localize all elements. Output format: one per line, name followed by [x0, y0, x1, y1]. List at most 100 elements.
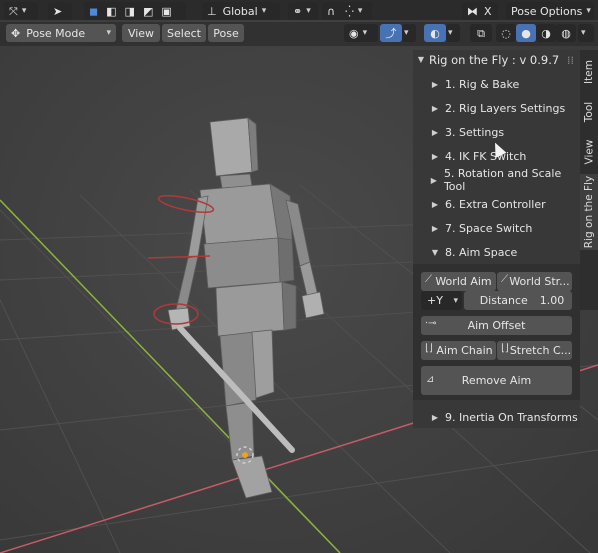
menu-select[interactable]: Select	[162, 24, 206, 42]
chevron-down-icon: ▾	[586, 6, 591, 16]
menu-view[interactable]: View	[122, 24, 160, 42]
cursor-icon: ➤	[53, 4, 63, 18]
selection-mode-set[interactable]: ◼ ◧ ◨ ◩ ▣	[84, 2, 186, 20]
aim-offset-label: Aim Offset	[467, 319, 526, 332]
visibility-dropdown[interactable]: ◉ ▾	[344, 24, 378, 42]
shading-solid[interactable]: ●	[516, 24, 536, 42]
section-label: 6. Extra Controller	[445, 197, 546, 211]
section-rotation-scale[interactable]: ▶ 5. Rotation and Scale Tool	[413, 167, 580, 193]
solid-sphere-icon: ●	[521, 26, 531, 40]
tab-view[interactable]: View	[580, 132, 598, 172]
select-subtract-icon: ◨	[124, 4, 135, 18]
mirror-x-label: X	[484, 4, 492, 18]
gizmo-icon: ⤴	[385, 26, 397, 40]
aim-chain-button[interactable]: ⌊⌋ Aim Chain	[421, 341, 496, 360]
tab-rig-on-the-fly[interactable]: Rig on the Fly	[580, 174, 598, 250]
section-rig-bake[interactable]: ▶ 1. Rig & Bake	[413, 72, 580, 96]
world-aim-button[interactable]: ⟋ World Aim	[421, 272, 496, 291]
chevron-down-icon: ▾	[581, 28, 586, 38]
expand-triangle-icon: ▶	[430, 175, 437, 185]
select-tool-button[interactable]: ➤	[48, 2, 72, 20]
rendered-sphere-icon: ◍	[561, 26, 571, 40]
section-label: 5. Rotation and Scale Tool	[443, 167, 562, 193]
bone-icon: ⟋	[501, 274, 508, 285]
section-label: 3. Settings	[445, 125, 505, 139]
overlay-dropdown[interactable]: ▾	[446, 24, 460, 42]
aim-chain-label: Aim Chain	[436, 344, 493, 357]
panel-title: Rig on the Fly : v 0.9.7	[429, 53, 560, 67]
collapse-triangle-icon: ▼	[417, 55, 425, 64]
pivot-point-dropdown[interactable]: ⚭ ▾	[288, 2, 318, 20]
snap-grid-icon: ⁛	[345, 4, 354, 18]
gizmo-dropdown[interactable]: ▾	[402, 24, 416, 42]
chevron-down-icon: ▾	[404, 28, 409, 38]
section-space-switch[interactable]: ▶ 7. Space Switch	[413, 216, 580, 240]
expand-triangle-icon: ▶	[431, 79, 438, 89]
section-extra-controller[interactable]: ▶ 6. Extra Controller	[413, 192, 580, 216]
offset-icon: ⋅⊸	[425, 318, 437, 329]
expand-triangle-icon: ▶	[431, 199, 438, 209]
gizmo-toggle[interactable]: ⤴	[380, 24, 402, 42]
xray-toggle[interactable]: ⧉	[470, 24, 492, 42]
mode-label: Pose Mode	[26, 26, 86, 40]
section-aim-space[interactable]: ▼ 8. Aim Space	[413, 240, 580, 264]
select-intersect-icon: ▣	[161, 4, 172, 18]
section-inertia[interactable]: ▶ 9. Inertia On Transforms	[413, 405, 580, 429]
stretch-chain-label: Stretch C...	[509, 344, 572, 357]
snap-magnet-icon: ∩	[327, 4, 336, 18]
section-label: 9. Inertia On Transforms	[445, 410, 578, 424]
collapse-triangle-icon: ▼	[431, 247, 438, 257]
xray-icon: ⧉	[477, 26, 485, 40]
shading-rendered[interactable]: ◍	[556, 24, 576, 42]
expand-triangle-icon: ▶	[431, 127, 438, 137]
section-rig-layers[interactable]: ▶ 2. Rig Layers Settings	[413, 96, 580, 120]
aim-axis-dropdown[interactable]: +Y ▾	[421, 291, 462, 310]
orientation-label: Global	[222, 4, 258, 18]
chevron-down-icon: ▾	[306, 6, 311, 16]
shading-dropdown[interactable]: ▾	[578, 24, 594, 42]
link-icon: ⚭	[293, 4, 303, 18]
remove-aim-label: Remove Aim	[461, 374, 532, 387]
menu-pose-label: Pose	[213, 26, 239, 40]
aim-offset-button[interactable]: ⋅⊸ Aim Offset	[421, 316, 572, 335]
tab-item[interactable]: Item	[580, 52, 598, 92]
world-stretch-button[interactable]: ⟋ World Str...	[497, 272, 572, 291]
remove-aim-button[interactable]: ⊿ Remove Aim	[421, 366, 572, 395]
chain-icon: ⌊⌋	[501, 343, 509, 354]
transform-orientation-dropdown[interactable]: ⊥ Global ▾	[202, 2, 280, 20]
stretch-chain-button[interactable]: ⌊⌋ Stretch C...	[497, 341, 572, 360]
select-extend-icon: ◧	[106, 4, 117, 18]
tab-tool[interactable]: Tool	[580, 94, 598, 130]
sidebar-panel: ▼ Rig on the Fly : v 0.9.7 ⁞⁞ ▶ 1. Rig & …	[413, 50, 580, 428]
chevron-down-icon: ▾	[448, 28, 453, 38]
section-settings[interactable]: ▶ 3. Settings	[413, 120, 580, 144]
mirror-icon: ⧓	[467, 4, 478, 18]
menu-pose[interactable]: Pose	[208, 24, 244, 42]
drag-handle-icon[interactable]: ⁞⁞	[567, 55, 574, 66]
expand-triangle-icon: ▶	[431, 223, 438, 233]
select-set-icon: ◼	[89, 4, 99, 18]
panel-header[interactable]: ▼ Rig on the Fly : v 0.9.7 ⁞⁞	[413, 50, 580, 70]
shading-wireframe[interactable]: ◌	[496, 24, 516, 42]
mirror-options[interactable]: ⧓ X	[462, 2, 498, 20]
remove-icon: ⊿	[426, 374, 435, 385]
section-label: 7. Space Switch	[445, 221, 533, 235]
section-label: 1. Rig & Bake	[445, 77, 520, 91]
pose-options-label: Pose Options	[511, 4, 583, 18]
chevron-down-icon: ▾	[261, 6, 267, 16]
select-invert-icon: ◩	[142, 4, 154, 18]
chevron-down-icon: ▾	[362, 28, 368, 38]
chevron-down-icon: ▾	[106, 28, 111, 38]
section-label: 2. Rig Layers Settings	[445, 101, 566, 115]
chevron-down-icon: ▾	[453, 295, 458, 306]
transform-pivot-button[interactable]: ⤧ ▾	[4, 2, 38, 20]
mode-dropdown[interactable]: ✥ Pose Mode ▾	[6, 24, 116, 42]
distance-field[interactable]: Distance 1.00	[464, 291, 572, 310]
overlay-toggle[interactable]: ◐	[424, 24, 446, 42]
pose-options-dropdown[interactable]: Pose Options ▾	[506, 2, 594, 20]
chain-icon: ⌊⌋	[425, 343, 433, 354]
shading-material[interactable]: ◑	[536, 24, 556, 42]
wireframe-sphere-icon: ◌	[501, 26, 511, 40]
snap-dropdown[interactable]: ∩ ⁛ ▾	[322, 2, 372, 20]
orientation-icon: ⊥	[207, 4, 217, 18]
